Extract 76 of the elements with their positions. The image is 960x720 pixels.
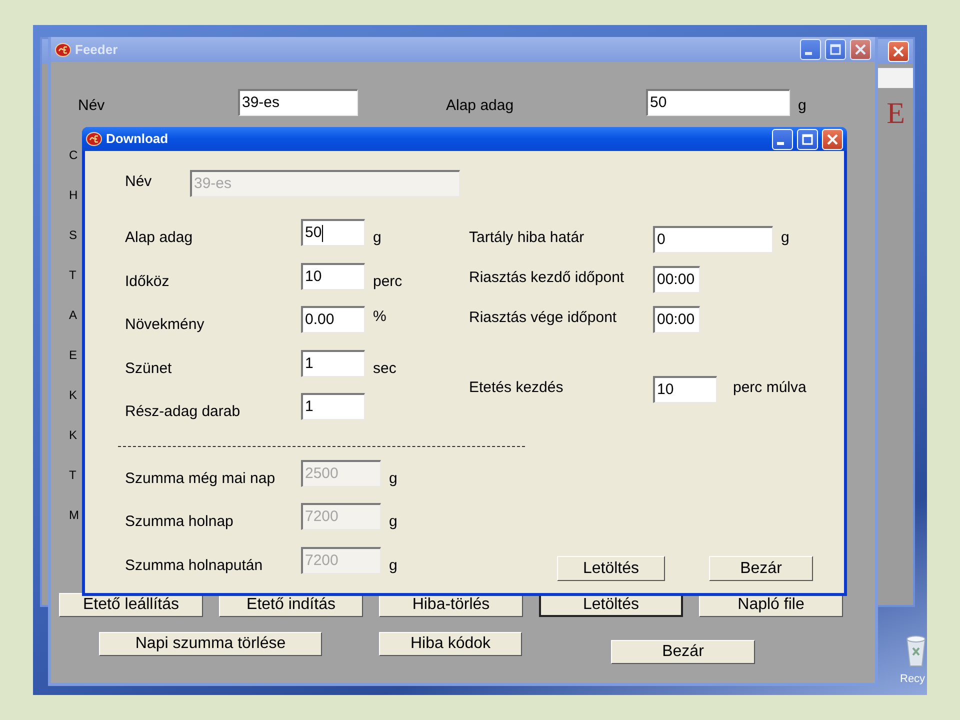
input-field[interactable]: 39-es — [238, 88, 358, 116]
unit-label: g — [781, 228, 790, 248]
dialog-title: Download — [106, 130, 168, 148]
unit-label: sec — [373, 358, 396, 378]
close-button[interactable] — [822, 128, 843, 150]
window-title: Feeder — [75, 40, 118, 59]
input-field[interactable]: 0.00 — [301, 306, 365, 333]
unit-label: g — [389, 556, 398, 576]
field-label: C — [69, 147, 79, 164]
input-field[interactable]: 00:00 — [653, 306, 700, 333]
close-button[interactable] — [888, 41, 909, 62]
button[interactable]: Hiba kódok — [379, 632, 522, 656]
minimize-icon — [805, 52, 812, 55]
app-logo-icon — [55, 42, 71, 56]
field-label: T — [69, 467, 78, 484]
unit-label: g — [373, 228, 382, 248]
unit-label: g — [798, 96, 806, 116]
input-field[interactable]: 1 — [301, 350, 365, 376]
field-label: E — [69, 347, 78, 364]
button[interactable]: Letöltés — [557, 556, 665, 581]
input-field: 2500 — [301, 460, 381, 486]
close-icon — [854, 43, 867, 56]
field-label: A — [69, 307, 78, 324]
field-label: T — [69, 267, 78, 284]
unit-label: perc múlva — [733, 378, 806, 398]
input-field: 39-es — [190, 170, 460, 197]
field-label: Név — [78, 96, 106, 116]
field-label: Riasztás kezdő időpont — [469, 268, 626, 288]
close-icon — [892, 45, 905, 58]
minimize-button[interactable] — [772, 128, 793, 150]
unit-label: perc — [373, 272, 402, 292]
maximize-icon — [801, 132, 814, 146]
input-field: 7200 — [301, 503, 381, 530]
maximize-icon — [829, 43, 842, 56]
field-label: Alap adag — [125, 228, 194, 248]
field-label: Szünet — [125, 358, 173, 378]
field-label: K — [69, 387, 78, 404]
input-field[interactable]: 50 — [301, 219, 365, 246]
input-field[interactable]: 0 — [653, 226, 773, 253]
recycle-bin-icon[interactable] — [905, 633, 927, 667]
field-label: Riasztás vége időpont — [469, 308, 618, 328]
button[interactable]: Napi szumma törlése — [99, 632, 322, 656]
close-button[interactable] — [850, 39, 871, 60]
field-label: Etetés kezdés — [469, 378, 564, 398]
input-field: 7200 — [301, 546, 381, 574]
field-label: K — [69, 427, 78, 444]
field-label: S — [69, 227, 78, 244]
menu-bar — [877, 68, 913, 88]
logo-letter: E — [886, 99, 905, 129]
close-app-button[interactable]: Bezár — [611, 640, 755, 664]
minimize-button[interactable] — [800, 39, 821, 60]
unit-label: g — [389, 512, 398, 532]
unit-label: % — [373, 307, 386, 327]
field-label: M — [69, 507, 79, 524]
maximize-button[interactable] — [825, 39, 846, 60]
field-label: Szumma még mai nap — [125, 468, 276, 488]
field-label: Növekmény — [125, 315, 206, 335]
app-logo-icon — [86, 132, 102, 146]
field-label: Szumma holnapután — [125, 556, 264, 576]
input-field[interactable]: 10 — [301, 262, 365, 290]
button[interactable]: Bezár — [709, 556, 813, 581]
field-label: Alap adag — [446, 96, 515, 116]
close-icon — [826, 132, 839, 146]
input-field[interactable]: 10 — [653, 376, 717, 403]
field-label: Tartály hiba határ — [469, 228, 586, 248]
field-label: Név — [125, 172, 153, 192]
input-field[interactable]: 50 — [646, 88, 790, 116]
input-field[interactable]: 1 — [301, 393, 365, 420]
maximize-button[interactable] — [797, 128, 818, 150]
field-label: Időköz — [125, 272, 170, 292]
input-field[interactable]: 00:00 — [653, 266, 700, 293]
field-label: Szumma holnap — [125, 512, 234, 532]
minimize-icon — [777, 142, 784, 144]
field-label: H — [69, 187, 79, 204]
unit-label: g — [389, 468, 398, 488]
field-label: Rész-adag darab — [125, 402, 242, 422]
